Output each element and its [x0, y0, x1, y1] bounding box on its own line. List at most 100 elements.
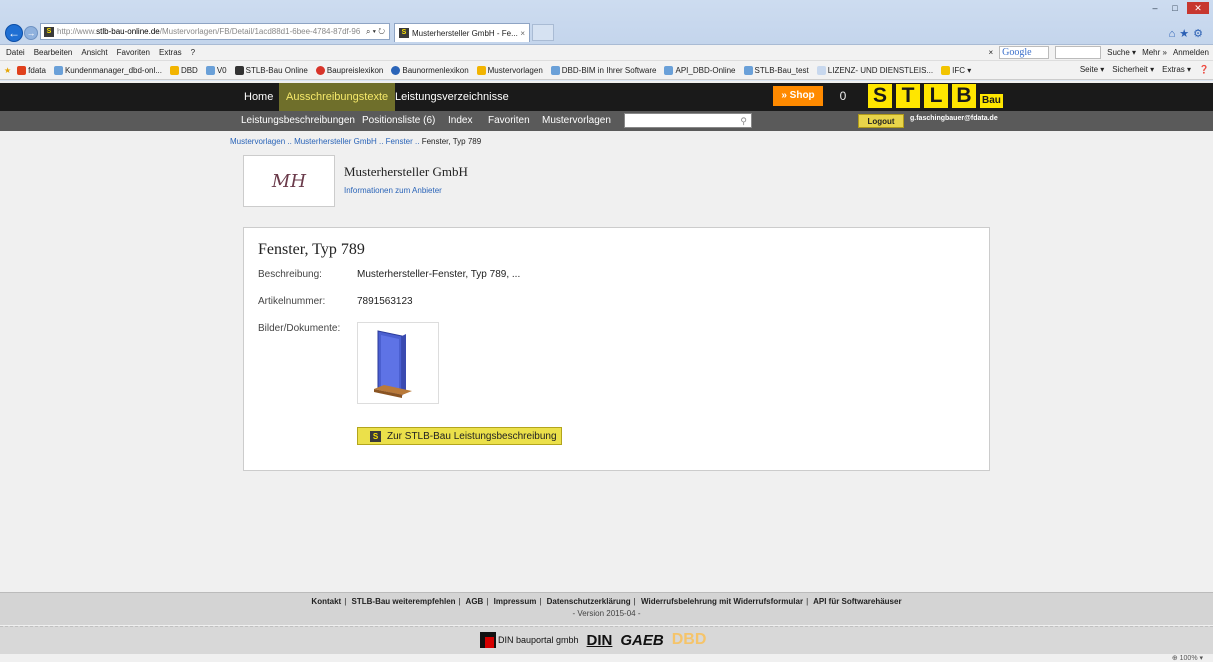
menu-anmelden[interactable]: Anmelden [1173, 48, 1209, 57]
subnav-positionsliste[interactable]: Positionsliste (6) [362, 111, 435, 131]
home-icon[interactable]: ⌂ [1169, 28, 1180, 40]
din-bauportal-logo[interactable]: DIN bauportal gmbh [480, 632, 579, 648]
search-icon[interactable]: ⚲ [740, 114, 747, 128]
menu-datei[interactable]: Datei [6, 48, 25, 57]
status-bar [0, 654, 1213, 662]
minimize-icon[interactable]: – [1147, 2, 1163, 14]
browser-tab[interactable]: S Musterhersteller GmbH - Fe... × [394, 23, 530, 42]
browser-toolbar-icons[interactable]: ⌂★⚙ [1169, 27, 1207, 40]
menu-extras[interactable]: Extras [159, 48, 182, 57]
favorite-item[interactable]: Kundenmanager_dbd-onl... [53, 65, 162, 75]
logo-suffix: Bau [980, 94, 1003, 108]
menu-bearbeiten[interactable]: Bearbeiten [34, 48, 73, 57]
logout-button[interactable]: Logout [858, 114, 904, 128]
favorites-star-icon[interactable]: ★ [1179, 28, 1193, 40]
favorite-item[interactable]: STLB-Bau Online [234, 65, 308, 75]
documents-label: Bilder/Dokumente: [258, 323, 341, 334]
shop-button[interactable]: » Shop [773, 86, 823, 106]
back-button[interactable]: ← [5, 24, 23, 42]
favorite-icon [941, 65, 951, 75]
menu-ansicht[interactable]: Ansicht [81, 48, 107, 57]
nav-leistungsverzeichnisse[interactable]: Leistungsverzeichnisse [388, 83, 516, 111]
favorites-bar: ★ fdata Kundenmanager_dbd-onl... DBD V0 … [0, 61, 1213, 80]
favorite-icon [234, 65, 244, 75]
favorite-item[interactable]: fdata [17, 65, 46, 75]
address-controls[interactable]: ⌕ ▾ ↻ [361, 26, 389, 37]
subnav-index[interactable]: Index [448, 111, 472, 131]
subnav-favoriten[interactable]: Favoriten [488, 111, 530, 131]
zoom-level[interactable]: ⊕ 100% ▾ [1172, 654, 1203, 662]
menu-right: × Google Suche ▾ Mehr » Anmelden [988, 46, 1209, 59]
menu-favoriten[interactable]: Favoriten [117, 48, 150, 57]
breadcrumb-separator: .. [287, 137, 292, 146]
stlb-description-button[interactable]: S Zur STLB-Bau Leistungsbeschreibung [357, 427, 562, 445]
breadcrumb-item[interactable]: Fenster [386, 137, 413, 146]
new-tab-button[interactable] [532, 24, 554, 41]
footer-link-agb[interactable]: AGB [466, 597, 484, 606]
tool-extras[interactable]: Extras ▾ [1162, 65, 1191, 74]
window-product-image[interactable] [357, 322, 439, 404]
search-engine-selector[interactable]: Google [999, 46, 1050, 59]
nav-home[interactable]: Home [237, 83, 280, 111]
help-icon[interactable]: ❓ [1199, 65, 1209, 74]
tool-seite[interactable]: Seite ▾ [1080, 65, 1104, 74]
footer-link-weiterempfehlen[interactable]: STLB-Bau weiterempfehlen [352, 597, 456, 606]
window-illustration [374, 330, 412, 398]
favorite-item[interactable]: API_DBD-Online [664, 65, 736, 75]
forward-button[interactable]: → [24, 26, 38, 40]
breadcrumb-item[interactable]: Mustervorlagen [230, 137, 285, 146]
footer-links: Kontakt | STLB-Bau weiterempfehlen | AGB | … [311, 597, 902, 606]
din-logo[interactable]: DIN [587, 632, 613, 649]
command-bar: Seite ▾ Sicherheit ▾ Extras ▾ ❓ [1080, 65, 1209, 74]
close-window-icon[interactable]: ✕ [1187, 2, 1209, 14]
vendor-name: Musterhersteller GmbH [344, 164, 468, 179]
menu-bar: Datei Bearbeiten Ansicht Favoriten Extra… [0, 45, 1213, 61]
search-engine-input[interactable] [1055, 46, 1102, 59]
favorite-item[interactable]: Baunormenlexikon [391, 65, 469, 75]
dbd-logo[interactable]: DBD [672, 631, 707, 649]
stlb-icon: S [370, 430, 381, 442]
address-bar[interactable]: S http://www. stlb-bau-online.de/Mustervo… [40, 23, 390, 40]
article-number-value: 7891563123 [357, 296, 413, 307]
favorite-item[interactable]: DBD [169, 65, 198, 75]
favorite-item[interactable]: IFC ▾ [941, 65, 971, 75]
favorite-icon [169, 65, 179, 75]
footer-link-impressum[interactable]: Impressum [494, 597, 537, 606]
maximize-icon[interactable]: □ [1167, 2, 1183, 14]
logo-letter: S [868, 84, 892, 108]
favorite-item[interactable]: DBD-BIM in Ihrer Software [550, 65, 656, 75]
menu-mehr[interactable]: Mehr » [1142, 48, 1167, 57]
favorite-item[interactable]: STLB-Bau_test [743, 65, 809, 75]
favorites-star-icon[interactable]: ★ [4, 66, 11, 75]
breadcrumb: Mustervorlagen .. Musterhersteller GmbH … [230, 137, 481, 146]
subnav-mustervorlagen[interactable]: Mustervorlagen [542, 111, 611, 131]
menu-help[interactable]: ? [191, 48, 195, 57]
footer-link-widerruf[interactable]: Widerrufsbelehrung mit Widerrufsformular [641, 597, 803, 606]
favorite-icon [664, 65, 674, 75]
cart-icon[interactable]: 0 [834, 87, 852, 105]
settings-gear-icon[interactable]: ⚙ [1193, 28, 1207, 40]
tool-sicherheit[interactable]: Sicherheit ▾ [1112, 65, 1154, 74]
logo-letter: B [952, 84, 976, 108]
footer-link-datenschutz[interactable]: Datenschutzerklärung [547, 597, 631, 606]
breadcrumb-item[interactable]: Musterhersteller GmbH [294, 137, 377, 146]
search-close-icon[interactable]: × [988, 48, 993, 57]
tab-close-icon[interactable]: × [520, 29, 525, 38]
menu-suche[interactable]: Suche ▾ [1107, 48, 1136, 57]
vendor-info-link[interactable]: Informationen zum Anbieter [344, 186, 442, 195]
subnav-leistungsbeschreibungen[interactable]: Leistungsbeschreibungen [241, 111, 355, 131]
favorite-item[interactable]: V0 [205, 65, 227, 75]
breadcrumb-current: Fenster, Typ 789 [421, 137, 482, 146]
favorite-item[interactable]: Baupreislexikon [315, 65, 383, 75]
favorite-icon [53, 65, 63, 75]
nav-ausschreibungstexte[interactable]: Ausschreibungstexte [279, 83, 396, 111]
version-text: - Version 2015-04 - [572, 609, 641, 618]
breadcrumb-separator: .. [378, 137, 384, 146]
stlb-bau-logo[interactable]: S T L B Bau [868, 84, 1003, 110]
footer-link-kontakt[interactable]: Kontakt [311, 597, 341, 606]
site-search-input[interactable]: ⚲ [624, 113, 752, 128]
favorite-item[interactable]: Mustervorlagen [476, 65, 543, 75]
gaeb-logo[interactable]: GAEB [620, 632, 663, 649]
favorite-item[interactable]: LIZENZ- UND DIENSTLEIS... [816, 65, 933, 75]
footer-link-api[interactable]: API für Softwarehäuser [813, 597, 901, 606]
